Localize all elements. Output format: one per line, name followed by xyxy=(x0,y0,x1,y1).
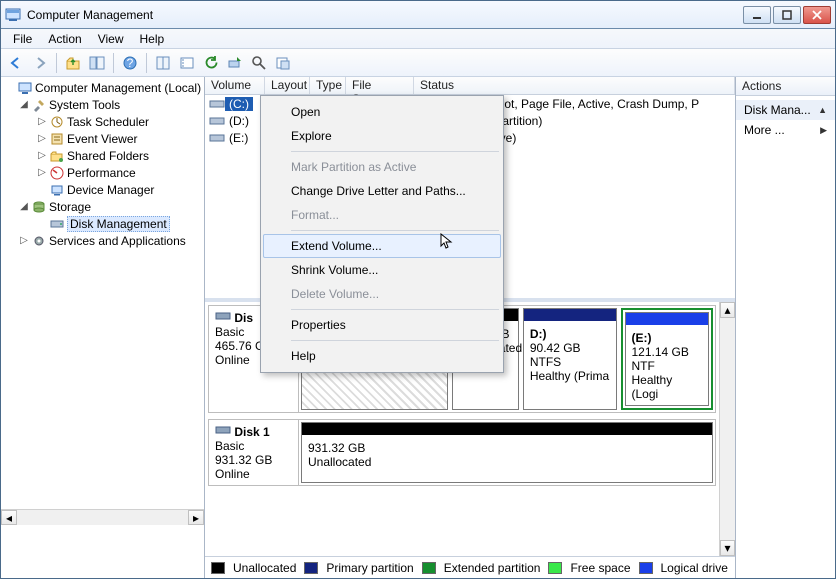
shared-folders-icon xyxy=(49,148,65,164)
actions-header: Actions xyxy=(736,77,835,96)
volume-icon xyxy=(209,132,225,144)
ctx-shrink-volume[interactable]: Shrink Volume... xyxy=(263,258,501,282)
col-layout[interactable]: Layout xyxy=(265,77,310,94)
volume-icon xyxy=(209,98,225,110)
disk-info: Disk 1 Basic 931.32 GB Online xyxy=(209,420,299,485)
ctx-help[interactable]: Help xyxy=(263,344,501,368)
action-list-button[interactable] xyxy=(272,52,294,74)
console-icon xyxy=(17,80,33,96)
tree-root[interactable]: Computer Management (Local) xyxy=(1,79,204,96)
volume-list-header: Volume Layout Type File System Status xyxy=(205,77,735,95)
rescan-disks-button[interactable] xyxy=(224,52,246,74)
legend-swatch-unallocated xyxy=(211,562,225,574)
ctx-explore[interactable]: Explore xyxy=(263,124,501,148)
menu-help[interactable]: Help xyxy=(132,30,173,48)
up-button[interactable] xyxy=(62,52,84,74)
settings-button[interactable] xyxy=(176,52,198,74)
legend-swatch-free xyxy=(548,562,562,574)
ctx-open[interactable]: Open xyxy=(263,100,501,124)
chevron-right-icon: ▶ xyxy=(820,125,827,136)
find-button[interactable] xyxy=(248,52,270,74)
event-viewer-icon xyxy=(49,131,65,147)
disk-management-icon xyxy=(49,216,65,232)
legend-swatch-logical xyxy=(639,562,653,574)
extended-partition[interactable]: (E:)121.14 GB NTFHealthy (Logi xyxy=(621,308,714,410)
actions-more[interactable]: More ...▶ xyxy=(736,120,835,140)
close-button[interactable] xyxy=(803,6,831,24)
tools-icon xyxy=(31,97,47,113)
col-status[interactable]: Status xyxy=(414,77,735,94)
tree-performance[interactable]: ▷ Performance xyxy=(1,164,204,181)
actions-disk-management[interactable]: Disk Mana...▲ xyxy=(736,100,835,120)
performance-icon xyxy=(49,165,65,181)
volume-list[interactable]: (C:) , Boot, Page File, Active, Crash Du… xyxy=(205,95,735,302)
ctx-format: Format... xyxy=(263,203,501,227)
partition-box[interactable]: 931.32 GBUnallocated xyxy=(301,422,713,483)
ctx-change-letter[interactable]: Change Drive Letter and Paths... xyxy=(263,179,501,203)
tree-storage[interactable]: ◢ Storage xyxy=(1,198,204,215)
chevron-up-icon: ▲ xyxy=(818,105,827,115)
ctx-mark-active: Mark Partition as Active xyxy=(263,155,501,179)
partition-box[interactable]: D:)90.42 GB NTFSHealthy (Prima xyxy=(523,308,617,410)
tree-shared-folders[interactable]: ▷ Shared Folders xyxy=(1,147,204,164)
col-volume[interactable]: Volume xyxy=(205,77,265,94)
help-button[interactable]: ? xyxy=(119,52,141,74)
disk-row-1[interactable]: Disk 1 Basic 931.32 GB Online 931.32 GBU… xyxy=(208,419,716,486)
legend-swatch-primary xyxy=(304,562,318,574)
volume-icon xyxy=(209,115,225,127)
menu-action[interactable]: Action xyxy=(40,30,89,48)
volume-context-menu: Open Explore Mark Partition as Active Ch… xyxy=(260,95,504,373)
disk-legend: Unallocated Primary partition Extended p… xyxy=(205,556,735,578)
ctx-properties[interactable]: Properties xyxy=(263,313,501,337)
disk-view-vertical-scrollbar[interactable]: ▴▾ xyxy=(719,302,735,556)
back-button[interactable] xyxy=(5,52,27,74)
ctx-delete-volume: Delete Volume... xyxy=(263,282,501,306)
tree-task-scheduler[interactable]: ▷ Task Scheduler xyxy=(1,113,204,130)
menu-bar: File Action View Help xyxy=(1,29,835,49)
tree-services-applications[interactable]: ▷ Services and Applications xyxy=(1,232,204,249)
toolbar: ? xyxy=(1,49,835,77)
device-manager-icon xyxy=(49,182,65,198)
disk-icon xyxy=(215,424,231,438)
svg-text:?: ? xyxy=(127,56,134,70)
partition-box[interactable]: (E:)121.14 GB NTFHealthy (Logi xyxy=(625,312,710,406)
clock-icon xyxy=(49,114,65,130)
col-filesystem[interactable]: File System xyxy=(346,77,414,94)
window-title: Computer Management xyxy=(27,8,743,22)
view-options-button[interactable] xyxy=(152,52,174,74)
col-type[interactable]: Type xyxy=(310,77,346,94)
maximize-button[interactable] xyxy=(773,6,801,24)
forward-button[interactable] xyxy=(29,52,51,74)
ctx-extend-volume[interactable]: Extend Volume... xyxy=(263,234,501,258)
app-icon xyxy=(5,7,21,23)
cursor-icon xyxy=(440,233,454,254)
tree-disk-management[interactable]: Disk Management xyxy=(1,215,204,232)
show-hide-tree-button[interactable] xyxy=(86,52,108,74)
console-tree[interactable]: Computer Management (Local) ◢ System Too… xyxy=(1,77,205,578)
refresh-button[interactable] xyxy=(200,52,222,74)
tree-horizontal-scrollbar[interactable]: ◂▸ xyxy=(1,509,204,525)
disk-icon xyxy=(215,310,231,324)
storage-icon xyxy=(31,199,47,215)
legend-swatch-extended xyxy=(422,562,436,574)
menu-view[interactable]: View xyxy=(90,30,132,48)
tree-system-tools[interactable]: ◢ System Tools xyxy=(1,96,204,113)
title-bar: Computer Management xyxy=(1,1,835,29)
menu-file[interactable]: File xyxy=(5,30,40,48)
tree-device-manager[interactable]: Device Manager xyxy=(1,181,204,198)
minimize-button[interactable] xyxy=(743,6,771,24)
tree-event-viewer[interactable]: ▷ Event Viewer xyxy=(1,130,204,147)
actions-pane: Actions Disk Mana...▲ More ...▶ xyxy=(735,77,835,578)
services-icon xyxy=(31,233,47,249)
